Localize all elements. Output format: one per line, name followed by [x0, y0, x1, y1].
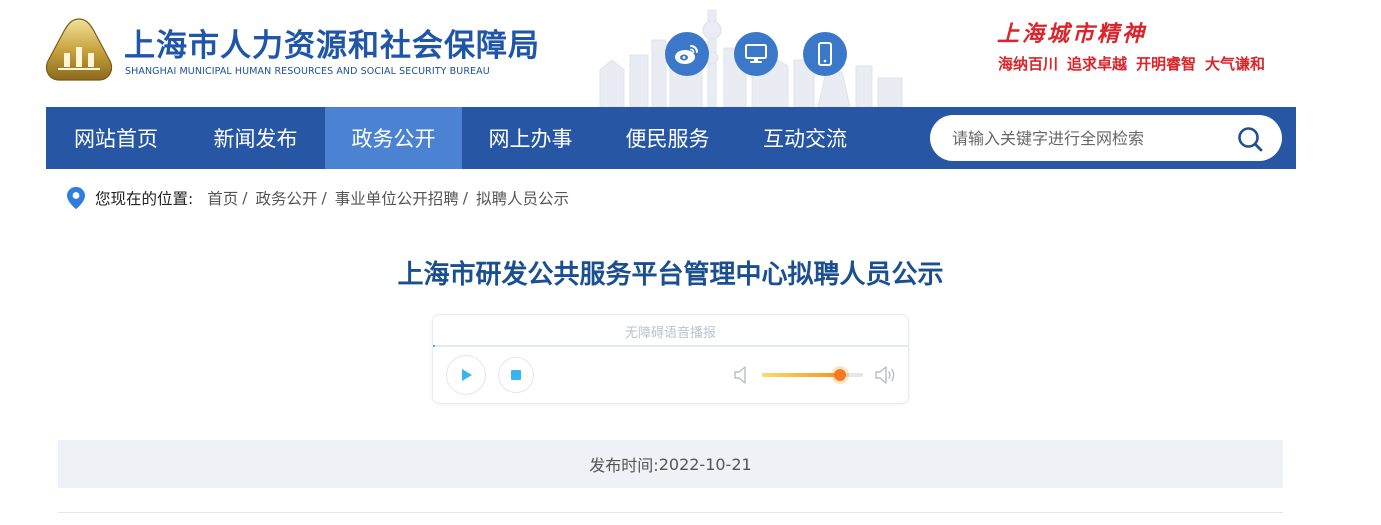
city-spirit-word: 海纳百川 — [998, 55, 1059, 73]
volume-handle[interactable] — [833, 369, 846, 381]
weibo-icon — [675, 45, 698, 64]
site-header: 上海市人力资源和社会保障局 SHANGHAI MUNICIPAL HUMAN R… — [0, 0, 1381, 107]
nav-item-news[interactable]: 新闻发布 — [186, 107, 325, 169]
site-subtitle: SHANGHAI MUNICIPAL HUMAN RESOURCES AND S… — [125, 66, 490, 77]
mobile-version-button[interactable] — [803, 32, 847, 76]
search-box — [930, 115, 1282, 161]
publish-info-bar: 发布时间: 2022-10-21 — [58, 440, 1283, 488]
search-input[interactable] — [952, 123, 1222, 153]
city-spirit-title: 上海城市精神 — [997, 21, 1148, 47]
stop-button[interactable] — [498, 357, 534, 393]
breadcrumb-item-recruitment[interactable]: 事业单位公开招聘 — [335, 187, 459, 209]
nav-item-interaction[interactable]: 互动交流 — [736, 107, 874, 169]
main-nav: 网站首页 新闻发布 政务公开 网上办事 便民服务 互动交流 — [46, 107, 1296, 169]
breadcrumb: 您现在的位置: 首页 / 政务公开 / 事业单位公开招聘 / 拟聘人员公示 — [66, 184, 569, 212]
desktop-version-button[interactable] — [734, 32, 778, 76]
breadcrumb-item-home[interactable]: 首页 — [207, 187, 238, 209]
location-pin-icon — [67, 187, 85, 209]
content-divider — [58, 512, 1283, 513]
city-spirit-words: 海纳百川 追求卓越 开明睿智 大气谦和 — [998, 53, 1265, 74]
publish-label: 发布时间: — [589, 456, 659, 475]
audio-progress-bar[interactable] — [433, 345, 908, 347]
breadcrumb-separator: / — [462, 189, 468, 207]
breadcrumb-item-current[interactable]: 拟聘人员公示 — [476, 187, 569, 209]
nav-item-online-services[interactable]: 网上办事 — [462, 107, 599, 169]
audio-player: 无障碍语音播报 — [432, 314, 909, 404]
volume-high-icon[interactable] — [874, 365, 898, 385]
nav-item-public-services[interactable]: 便民服务 — [599, 107, 736, 169]
stop-icon — [511, 370, 521, 380]
bureau-emblem-icon[interactable] — [44, 17, 114, 83]
nav-item-home[interactable]: 网站首页 — [46, 107, 186, 169]
article-title: 上海市研发公共服务平台管理中心拟聘人员公示 — [397, 260, 944, 290]
audio-progress-fill — [433, 345, 435, 347]
audio-player-title: 无障碍语音播报 — [624, 326, 716, 341]
play-icon — [462, 369, 472, 381]
nav-item-government-affairs[interactable]: 政务公开 — [325, 107, 462, 169]
breadcrumb-label: 您现在的位置: — [95, 190, 194, 208]
volume-low-icon[interactable] — [733, 365, 751, 385]
site-title[interactable]: 上海市人力资源和社会保障局 — [124, 20, 540, 65]
play-button[interactable] — [446, 355, 486, 395]
search-icon[interactable] — [1236, 125, 1264, 153]
breadcrumb-separator: / — [321, 189, 327, 207]
city-spirit-word: 追求卓越 — [1067, 55, 1128, 73]
publish-date: 2022-10-21 — [658, 454, 752, 474]
mobile-icon — [818, 42, 832, 66]
breadcrumb-separator: / — [242, 189, 248, 207]
city-spirit-word: 大气谦和 — [1205, 55, 1266, 73]
volume-slider[interactable] — [762, 369, 863, 381]
desktop-icon — [745, 44, 767, 63]
weibo-button[interactable] — [665, 32, 709, 76]
volume-fill — [762, 373, 840, 377]
breadcrumb-item-government-affairs[interactable]: 政务公开 — [255, 187, 317, 209]
city-spirit-word: 开明睿智 — [1136, 55, 1197, 73]
